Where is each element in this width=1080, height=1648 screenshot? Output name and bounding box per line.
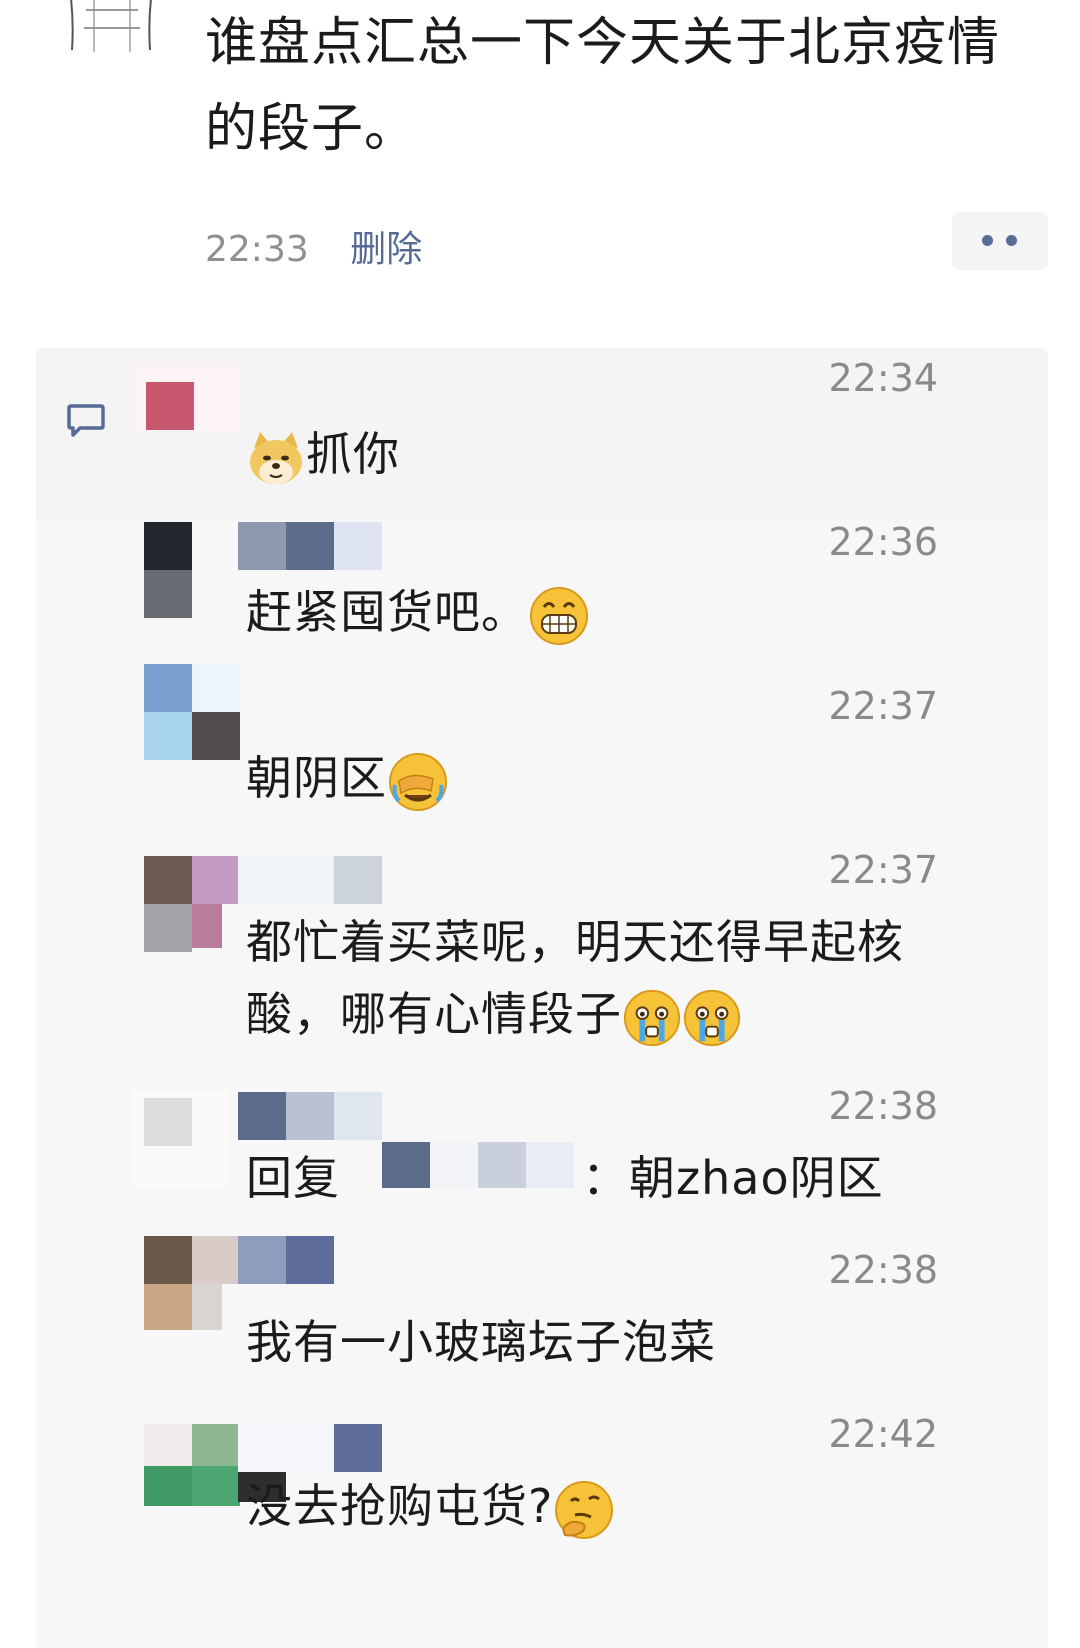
- username[interactable]: [238, 856, 382, 904]
- more-dot-icon: [982, 235, 993, 246]
- comment-time: 22:37: [828, 848, 938, 892]
- avatar[interactable]: [144, 856, 240, 952]
- comment-time: 22:38: [828, 1248, 938, 1292]
- reply-label: 回复: [246, 1151, 340, 1205]
- more-dot-icon: [1006, 235, 1017, 246]
- avatar[interactable]: [144, 1236, 240, 1332]
- comment-time: 22:38: [828, 1084, 938, 1128]
- username[interactable]: [238, 522, 382, 574]
- comment-text: 都忙着买菜呢，明天还得早起核 酸，哪有心情段子: [246, 906, 904, 1050]
- crying-icon: [623, 989, 681, 1046]
- post-meta: 22:33 删除: [205, 220, 422, 272]
- post-time: 22:33: [205, 229, 309, 270]
- post-text: 谁盘点汇总一下今天关于北京疫情的段子。: [205, 13, 1001, 159]
- doge-icon: [250, 431, 302, 484]
- comment-text: 朝阴区: [246, 742, 449, 814]
- avatar[interactable]: [144, 664, 240, 760]
- avatar[interactable]: [132, 1090, 228, 1186]
- more-actions-button[interactable]: [952, 212, 1048, 270]
- grin-icon: [530, 586, 588, 645]
- comment-text: 抓你: [246, 418, 400, 490]
- comment-time: 22:37: [828, 684, 938, 728]
- username[interactable]: [238, 1092, 382, 1140]
- avatar[interactable]: [132, 362, 240, 434]
- comment-text: 赶紧囤货吧。: [246, 576, 590, 648]
- crying-icon: [683, 989, 741, 1046]
- username[interactable]: [238, 1236, 334, 1284]
- comment-time: 22:42: [828, 1412, 938, 1456]
- comment-text: 回复 ：朝zhao阴区: [246, 1142, 1006, 1214]
- comment-text: 我有一小玻璃坛子泡菜: [246, 1315, 716, 1369]
- facepalm-cry-icon: [389, 752, 447, 811]
- thinking-icon: [555, 1480, 614, 1539]
- comment-time: 22:34: [828, 356, 938, 400]
- comment-icon: [67, 404, 105, 437]
- comment-time: 22:36: [828, 520, 938, 564]
- avatar[interactable]: [144, 522, 192, 618]
- post-author-avatar[interactable]: [64, 0, 160, 58]
- delete-link[interactable]: 删除: [350, 229, 422, 270]
- avatar[interactable]: [132, 1416, 240, 1512]
- reply-target-username[interactable]: [382, 1142, 574, 1188]
- comment-text: 没去抢购屯货?: [246, 1470, 615, 1542]
